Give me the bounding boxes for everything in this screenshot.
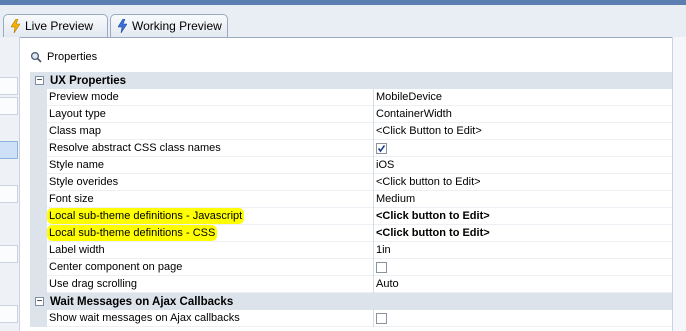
- property-value[interactable]: Medium: [376, 191, 666, 208]
- property-value[interactable]: <Click button to Edit>: [376, 174, 666, 191]
- checkmark-icon: [377, 145, 386, 153]
- checkbox-unchecked[interactable]: [376, 262, 387, 273]
- property-name: Local sub-theme definitions - Javascript: [49, 210, 243, 222]
- property-row[interactable]: Style overides <Click button to Edit>: [30, 174, 672, 191]
- checkbox-checked[interactable]: [376, 143, 387, 154]
- property-name: Use drag scrolling: [48, 276, 374, 293]
- tab-label: Working Preview: [132, 19, 222, 33]
- property-row-highlighted[interactable]: Local sub-theme definitions - CSS <Click…: [30, 225, 672, 242]
- properties-title: Properties: [47, 51, 98, 63]
- property-value[interactable]: <Click button to Edit>: [376, 208, 666, 225]
- property-value[interactable]: ContainerWidth: [376, 106, 666, 123]
- property-row[interactable]: Center component on page: [30, 259, 672, 276]
- property-value[interactable]: MobileDevice: [376, 89, 666, 106]
- property-row[interactable]: Style name iOS: [30, 157, 672, 174]
- tab-live-preview[interactable]: Live Preview: [3, 14, 108, 37]
- property-value[interactable]: 1in: [376, 242, 666, 259]
- property-name: Style overides: [48, 174, 374, 191]
- property-name: Font size: [48, 191, 374, 208]
- section-wait-messages[interactable]: − Wait Messages on Ajax Callbacks: [30, 293, 672, 310]
- property-row[interactable]: Use drag scrolling Auto: [30, 276, 672, 293]
- lightning-icon: [11, 19, 20, 33]
- left-toolbar-button-selected[interactable]: [0, 141, 18, 159]
- property-value[interactable]: iOS: [376, 157, 666, 174]
- section-ux-properties[interactable]: − UX Properties: [30, 72, 672, 89]
- left-toolbar-button[interactable]: [0, 305, 18, 323]
- property-row[interactable]: Resolve abstract CSS class names: [30, 140, 672, 157]
- tab-label: Live Preview: [25, 19, 94, 33]
- property-name: Layout type: [48, 106, 374, 123]
- left-toolbar-button[interactable]: [0, 77, 18, 95]
- property-name: Label width: [48, 242, 374, 259]
- collapse-icon[interactable]: −: [35, 297, 44, 307]
- property-grid: − UX Properties Preview mode MobileDevic…: [30, 72, 672, 331]
- collapse-icon[interactable]: −: [35, 76, 44, 86]
- property-row[interactable]: Show wait messages on Ajax callbacks: [30, 310, 672, 327]
- property-name: Center component on page: [48, 259, 374, 276]
- property-value[interactable]: <Click Button to Edit>: [376, 123, 666, 140]
- tab-bar: Live Preview Working Preview: [0, 5, 686, 38]
- left-toolbar: [0, 37, 20, 331]
- magnifier-icon: [30, 51, 42, 63]
- section-title: Wait Messages on Ajax Callbacks: [50, 295, 234, 308]
- property-name: Resolve abstract CSS class names: [48, 140, 374, 157]
- left-toolbar-button[interactable]: [0, 97, 18, 115]
- property-name: Show wait messages on Ajax callbacks: [48, 310, 374, 327]
- property-name: Class map: [48, 123, 374, 140]
- property-row[interactable]: Layout type ContainerWidth: [30, 106, 672, 123]
- property-value[interactable]: <Click button to Edit>: [376, 225, 666, 242]
- property-row[interactable]: Font size Medium: [30, 191, 672, 208]
- section-title: UX Properties: [50, 74, 127, 87]
- property-name: Local sub-theme definitions - CSS: [49, 227, 216, 239]
- left-toolbar-button[interactable]: [0, 245, 18, 263]
- property-name: Preview mode: [48, 89, 374, 106]
- right-pane-edge: [672, 37, 686, 331]
- property-row-highlighted[interactable]: Local sub-theme definitions - Javascript…: [30, 208, 672, 225]
- lightning-icon: [118, 19, 127, 33]
- property-row[interactable]: Class map <Click Button to Edit>: [30, 123, 672, 140]
- property-value[interactable]: Auto: [376, 276, 666, 293]
- checkbox-unchecked[interactable]: [376, 313, 387, 324]
- property-name: Style name: [48, 157, 374, 174]
- left-toolbar-button[interactable]: [0, 185, 18, 203]
- properties-header: Properties: [30, 46, 670, 68]
- property-row[interactable]: Label width 1in: [30, 242, 672, 259]
- property-row[interactable]: Preview mode MobileDevice: [30, 89, 672, 106]
- tab-working-preview[interactable]: Working Preview: [110, 14, 228, 37]
